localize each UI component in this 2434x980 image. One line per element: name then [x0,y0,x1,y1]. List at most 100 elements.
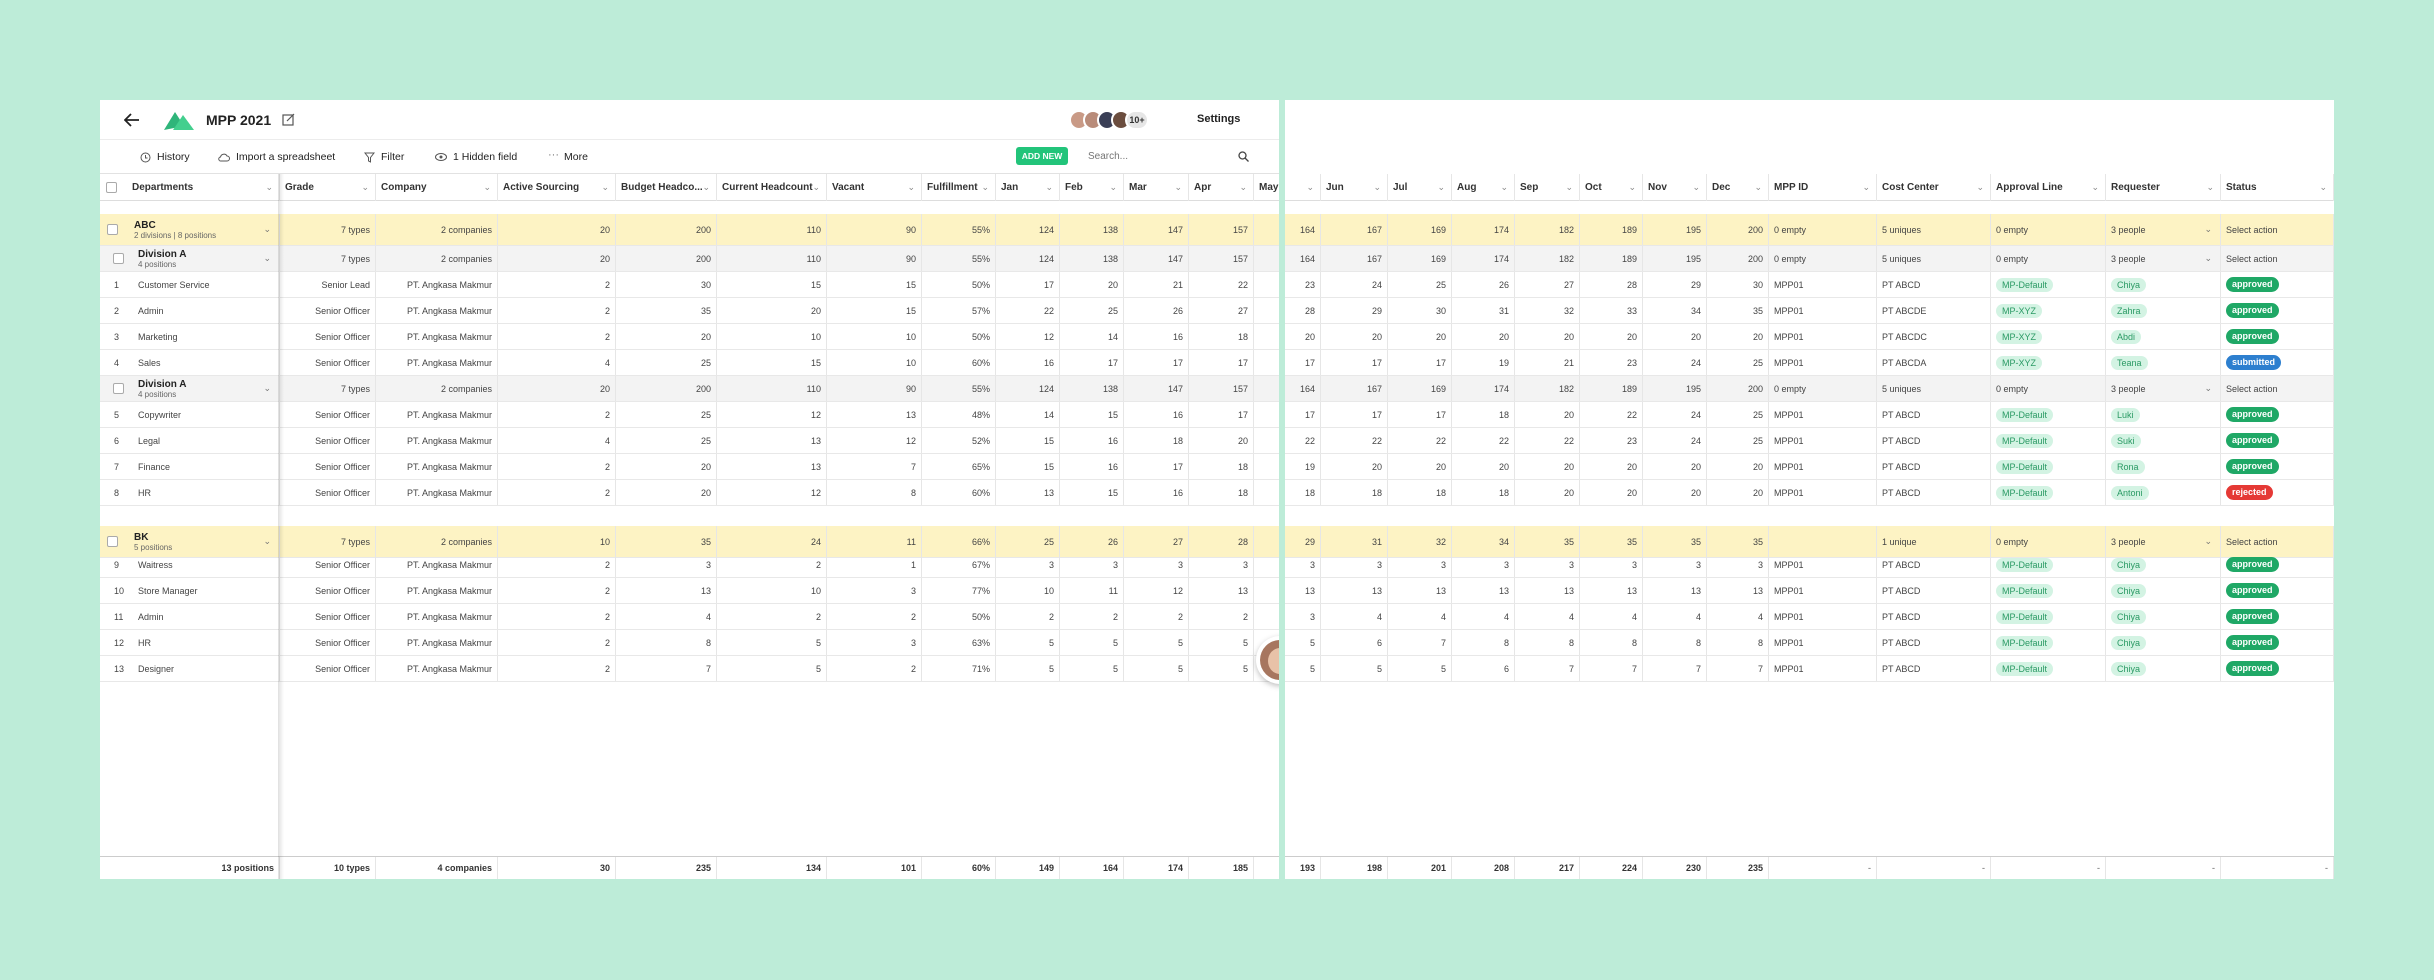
cell-approval[interactable]: MP-XYZ [1991,324,2106,349]
table-row[interactable]: 17 17 17 19 21 23 24 25 MPP01 PT ABCDA MP-XYZ Teana… [1285,350,2334,376]
division-row[interactable]: Division A4 positions ⌄ 7 types 2 companies… [100,376,1279,402]
chevron-down-icon[interactable]: ⌄ [2319,174,2327,201]
cell-approval[interactable]: MP-XYZ [1991,350,2106,375]
chevron-down-icon[interactable]: ⌄ [1045,174,1053,201]
cell-status[interactable]: approved [2221,656,2334,681]
table-row[interactable]: 12 HR Senior Officer PT. Angkasa Makmur 2 8 5 3… [100,630,1279,656]
cell-requester[interactable]: Zahra [2106,298,2221,323]
cell-requester[interactable]: Abdi [2106,324,2221,349]
cell-approval[interactable]: 0 empty [1991,376,2106,401]
chevron-down-icon[interactable]: ⌄ [1437,174,1445,201]
row-checkbox[interactable] [107,536,118,547]
cell-status[interactable]: approved [2221,552,2334,577]
members-more[interactable]: 10+ [1125,110,1149,130]
table-row[interactable]: 13 Designer Senior Officer PT. Angkasa Makm… [100,656,1279,682]
cell-status[interactable]: approved [2221,578,2334,603]
cell-approval[interactable]: 0 empty [1991,246,2106,271]
cell-requester[interactable]: Rona [2106,454,2221,479]
cell-status[interactable]: approved [2221,402,2334,427]
chevron-down-icon[interactable]: ⌄ [1239,174,1247,201]
table-row[interactable]: 5 5 5 6 7 7 7 7 MPP01 PT ABCD MP-Default Chiya appro… [1285,656,2334,682]
table-row[interactable]: 5 Copywriter Senior Officer PT. Angkasa Mak… [100,402,1279,428]
status-badge[interactable]: approved [2226,609,2279,624]
import-spreadsheet-button[interactable]: Import a spreadsheet [236,151,335,163]
chevron-down-icon[interactable]: ⌄ [601,174,609,201]
cell-status[interactable]: approved [2221,324,2334,349]
table-row[interactable]: 17 17 17 18 20 22 24 25 MPP01 PT ABCD MP-Default Lu… [1285,402,2334,428]
table-row[interactable]: 8 HR Senior Officer PT. Angkasa Makmur 2 20 12… [100,480,1279,506]
column-header-budget[interactable]: Budget Headco... ⌄ [616,174,717,201]
chevron-down-icon[interactable]: ⌄ [263,253,271,264]
status-badge[interactable]: approved [2226,661,2279,676]
search-icon[interactable] [1238,151,1249,162]
more-button[interactable]: More [564,151,588,163]
status-badge[interactable]: approved [2226,277,2279,292]
status-badge[interactable]: approved [2226,329,2279,344]
table-row[interactable]: 10 Store Manager Senior Officer PT. Angkasa… [100,578,1279,604]
cell-requester[interactable]: 3 people ⌄ [2106,376,2221,401]
cell-requester[interactable]: Chiya [2106,272,2221,297]
chevron-down-icon[interactable]: ⌄ [1628,174,1636,201]
status-badge[interactable]: approved [2226,407,2279,422]
cell-approval[interactable]: MP-Default [1991,272,2106,297]
column-header-requester[interactable]: Requester ⌄ [2106,174,2221,201]
table-row[interactable]: 4 Sales Senior Officer PT. Angkasa Makmur 4 2… [100,350,1279,376]
table-row[interactable]: 22 22 22 22 22 23 24 25 MPP01 PT ABCD MP-Default Su… [1285,428,2334,454]
members-avatars[interactable]: 10+ [1069,108,1159,132]
cell-requester[interactable]: Chiya [2106,656,2221,681]
chevron-down-icon[interactable]: ⌄ [263,383,271,394]
back-arrow-icon[interactable] [124,113,140,127]
column-header-approval[interactable]: Approval Line ⌄ [1991,174,2106,201]
column-header-vacant[interactable]: Vacant ⌄ [827,174,922,201]
cell-approval[interactable]: MP-Default [1991,604,2106,629]
cell-approval[interactable]: MP-Default [1991,480,2106,505]
column-header-oct[interactable]: Oct ⌄ [1580,174,1643,201]
edit-icon[interactable] [282,113,295,126]
table-row[interactable]: 7 Finance Senior Officer PT. Angkasa Makmur… [100,454,1279,480]
cell-requester[interactable]: Suki [2106,428,2221,453]
chevron-down-icon[interactable]: ⌄ [907,174,915,201]
chevron-down-icon[interactable]: ⌄ [2204,253,2212,264]
settings-button[interactable]: Settings [1197,113,1240,125]
table-row[interactable]: 1 Customer Service Senior Lead PT. Angkasa … [100,272,1279,298]
column-header-sep[interactable]: Sep ⌄ [1515,174,1580,201]
cell-approval[interactable]: MP-Default [1991,402,2106,427]
chevron-down-icon[interactable]: ⌄ [1565,174,1573,201]
select-all-checkbox[interactable] [106,182,117,193]
column-header-dec[interactable]: Dec ⌄ [1707,174,1769,201]
table-row[interactable]: 19 20 20 20 20 20 20 20 MPP01 PT ABCD MP-Default Ro… [1285,454,2334,480]
column-header-apr[interactable]: Apr ⌄ [1189,174,1254,201]
cell-status[interactable]: approved [2221,630,2334,655]
column-header-mar[interactable]: Mar ⌄ [1124,174,1189,201]
column-header-aug[interactable]: Aug ⌄ [1452,174,1515,201]
cell-requester[interactable]: Chiya [2106,578,2221,603]
chevron-down-icon[interactable]: ⌄ [1174,174,1182,201]
cell-status[interactable]: Select action [2221,214,2334,245]
column-header-company[interactable]: Company ⌄ [376,174,498,201]
column-header-jul[interactable]: Jul ⌄ [1388,174,1452,201]
chevron-down-icon[interactable]: ⌄ [2091,174,2099,201]
row-checkbox[interactable] [113,383,124,394]
column-header-grade[interactable]: Grade ⌄ [280,174,376,201]
division-row[interactable]: 164 167 169 174 182 189 195 200 0 empty 5 uniques… [1285,376,2334,402]
row-checkbox[interactable] [113,253,124,264]
chevron-down-icon[interactable]: ⌄ [1306,174,1314,201]
column-header-cost[interactable]: Cost Center ⌄ [1877,174,1991,201]
cell-approval[interactable]: MP-Default [1991,656,2106,681]
column-header-dept[interactable]: Departments ⌄ [100,174,280,201]
cell-approval[interactable]: 0 empty [1991,214,2106,245]
cell-status[interactable]: approved [2221,604,2334,629]
table-row[interactable]: 3 Marketing Senior Officer PT. Angkasa Makm… [100,324,1279,350]
chevron-down-icon[interactable]: ⌄ [2206,174,2214,201]
chevron-down-icon[interactable]: ⌄ [1373,174,1381,201]
cell-approval[interactable]: MP-XYZ [1991,298,2106,323]
cell-requester[interactable]: Chiya [2106,604,2221,629]
chevron-down-icon[interactable]: ⌄ [981,174,989,201]
column-header-may[interactable]: May [1254,174,1279,201]
chevron-down-icon[interactable]: ⌄ [2204,383,2212,394]
column-header-feb[interactable]: Feb ⌄ [1060,174,1124,201]
cell-status[interactable]: submitted [2221,350,2334,375]
table-row[interactable]: 13 13 13 13 13 13 13 13 MPP01 PT ABCD MP-Default Ch… [1285,578,2334,604]
cell-status[interactable]: rejected [2221,480,2334,505]
chevron-down-icon[interactable]: ⌄ [2204,224,2212,235]
